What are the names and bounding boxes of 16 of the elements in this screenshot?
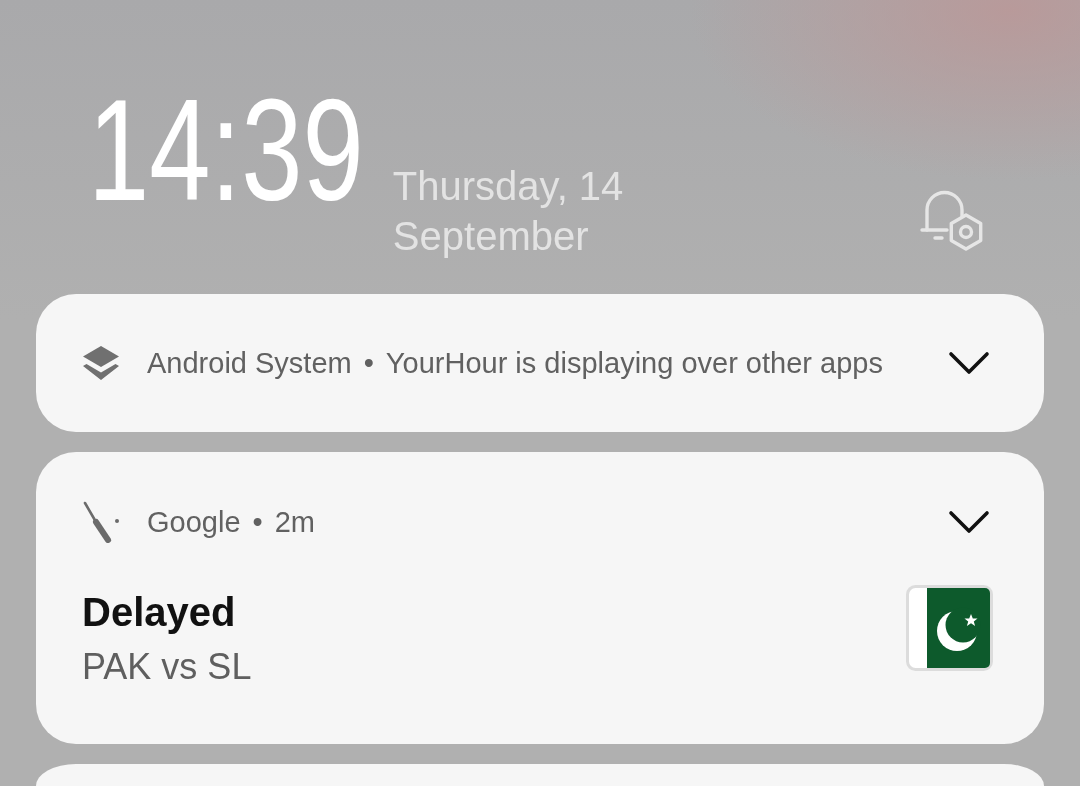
expand-chevron-button[interactable] <box>948 509 990 535</box>
layers-icon <box>82 345 120 381</box>
flag-icon <box>906 585 993 671</box>
separator-dot: • <box>252 505 263 539</box>
notification-card[interactable]: Google • 2m Delayed PAK vs SL <box>36 452 1044 744</box>
notification-text: YourHour is displaying over other apps <box>385 346 883 380</box>
app-name: Android System <box>147 346 352 380</box>
clock-time: 14:39 <box>88 78 364 223</box>
cricket-bat-icon <box>82 501 120 543</box>
expand-chevron-button[interactable] <box>948 350 990 376</box>
notification-subtitle: PAK vs SL <box>82 645 252 689</box>
notification-title: Delayed <box>82 589 236 635</box>
separator-dot: • <box>363 346 374 380</box>
notification-card[interactable]: Android System • YourHour is displaying over other apps <box>36 294 1044 432</box>
app-name: Google <box>147 505 241 539</box>
notification-time: 2m <box>274 505 315 539</box>
